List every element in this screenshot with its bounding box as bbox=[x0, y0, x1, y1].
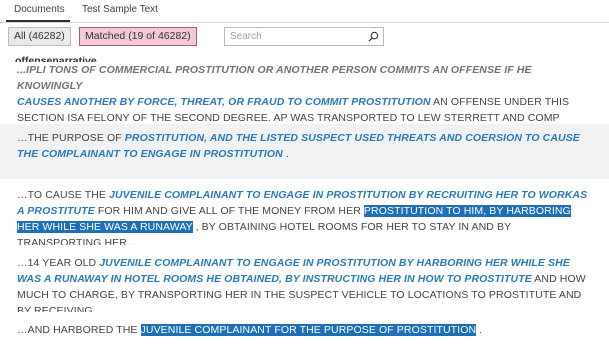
row-text: …AND HARBORED THE JUVENILE COMPLAINANT F… bbox=[17, 322, 595, 338]
row-snippet: . bbox=[282, 148, 289, 160]
tab-bar: Documents Test Sample Text bbox=[0, 0, 609, 23]
result-row[interactable]: ...IPLI TONS OF COMMERCIAL PROSTITUTION … bbox=[0, 62, 609, 125]
row-snippet: …THE PURPOSE OF bbox=[17, 132, 125, 144]
row-text: ...IPLI TONS OF COMMERCIAL PROSTITUTION … bbox=[17, 62, 595, 124]
row-text: …14 YEAR OLD JUVENILE COMPLAINANT TO ENG… bbox=[17, 255, 595, 319]
row-snippet: …14 YEAR OLD bbox=[17, 257, 100, 269]
result-row[interactable]: …TO CAUSE THE JUVENILE COMPLAINANT TO EN… bbox=[0, 179, 609, 249]
match-highlight: JUVENILE COMPLAINANT TO ENGAGE IN PROSTI… bbox=[17, 257, 570, 285]
row-snippet: …TO CAUSE THE bbox=[17, 189, 110, 201]
row-snippet: …AND HARBORED THE bbox=[17, 324, 141, 336]
match-highlight: CAUSES ANOTHER BY FORCE, THREAT, OR FRAU… bbox=[17, 96, 431, 108]
search-icon[interactable] bbox=[368, 31, 379, 42]
result-row[interactable]: …THE PURPOSE OF PROSTITUTION, AND THE LI… bbox=[0, 124, 609, 180]
row-snippet: FOR HIM AND GIVE ALL OF THE MONEY FROM H… bbox=[94, 205, 364, 217]
row-text: …THE PURPOSE OF PROSTITUTION, AND THE LI… bbox=[17, 130, 595, 162]
result-row[interactable]: …AND HARBORED THE JUVENILE COMPLAINANT F… bbox=[0, 312, 609, 356]
search-box[interactable] bbox=[224, 27, 384, 46]
selected-match: JUVENILE COMPLAINANT FOR THE PURPOSE OF … bbox=[140, 324, 477, 336]
tab-documents[interactable]: Documents bbox=[14, 4, 65, 15]
filter-all-button[interactable]: All (46282) bbox=[8, 27, 71, 46]
row-snippet: . bbox=[476, 324, 483, 336]
tab-test-sample-text[interactable]: Test Sample Text bbox=[82, 4, 158, 15]
result-row[interactable]: …14 YEAR OLD JUVENILE COMPLAINANT TO ENG… bbox=[0, 245, 609, 317]
filter-matched-button[interactable]: Matched (19 of 46282) bbox=[79, 27, 197, 46]
filter-bar: All (46282) Matched (19 of 46282) bbox=[0, 22, 609, 50]
row-text: …TO CAUSE THE JUVENILE COMPLAINANT TO EN… bbox=[17, 187, 595, 251]
cutoff-text: ...IPLI TONS OF COMMERCIAL PROSTITUTION … bbox=[17, 64, 532, 92]
search-input[interactable] bbox=[230, 29, 365, 43]
